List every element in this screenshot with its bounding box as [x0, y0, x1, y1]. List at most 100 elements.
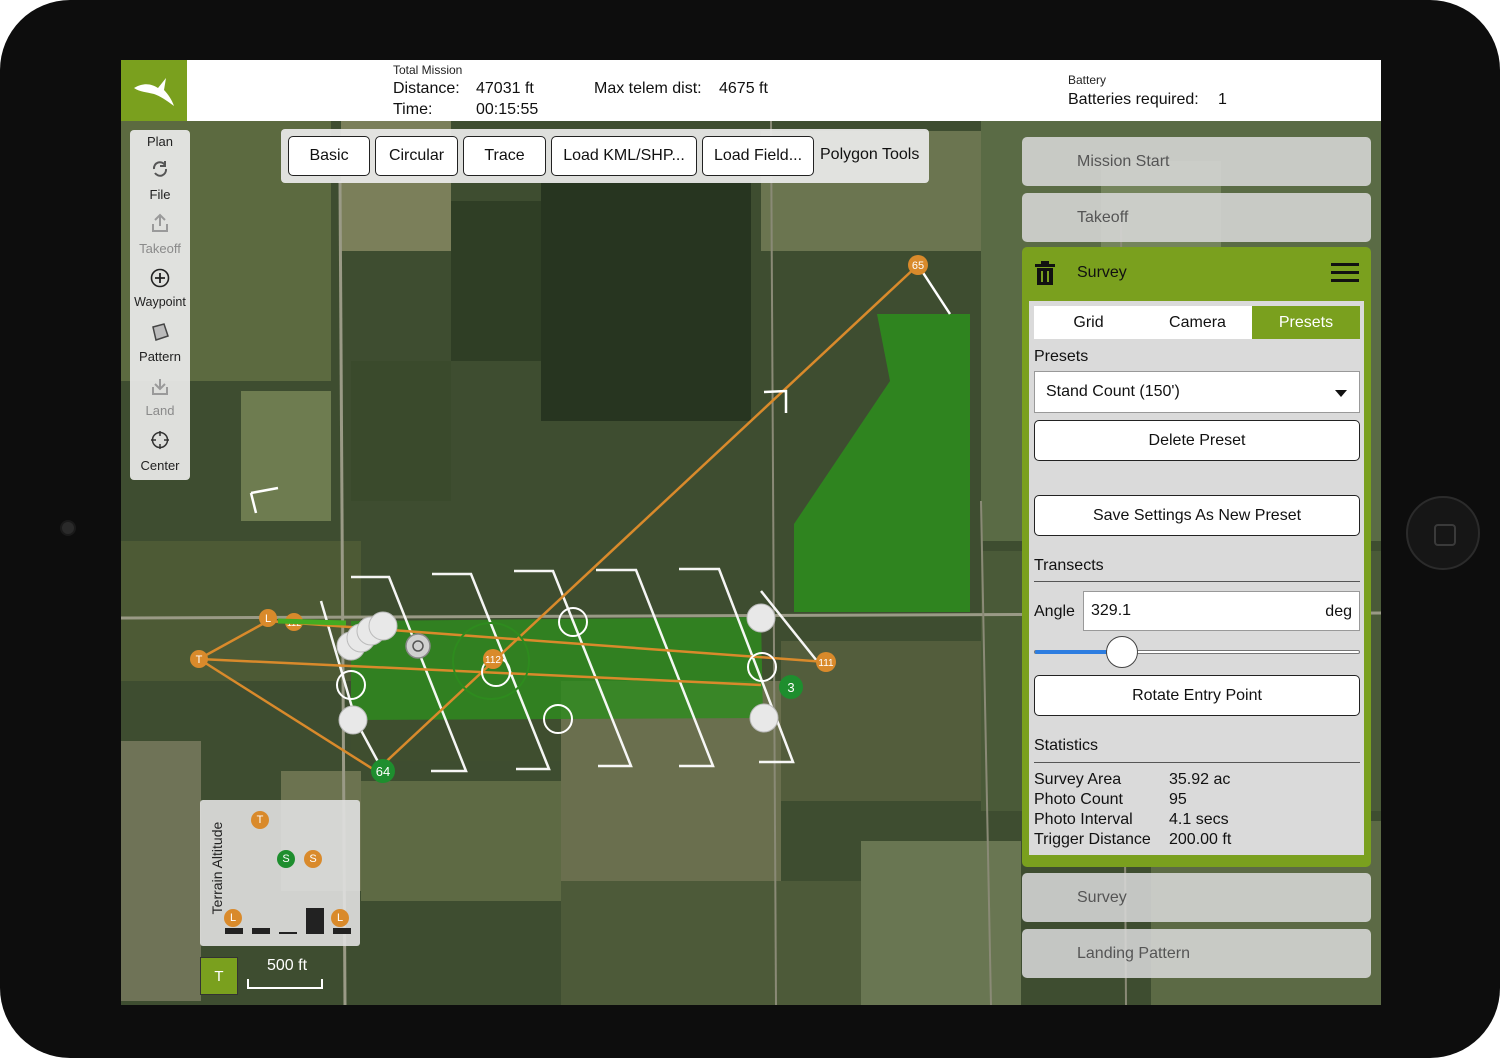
- terrain-land-marker: L: [224, 909, 242, 927]
- basic-button[interactable]: Basic: [288, 136, 370, 176]
- statistics-label: Statistics: [1034, 737, 1099, 754]
- divider: [1034, 762, 1360, 763]
- tablet-frame: 65 64 3 111 112 112 T L: [0, 0, 1500, 1058]
- terrain-toggle-button[interactable]: T: [200, 957, 238, 995]
- total-mission-label: Total Mission: [393, 63, 463, 77]
- pattern-button[interactable]: Pattern: [130, 349, 190, 364]
- tab-grid[interactable]: Grid: [1034, 306, 1143, 339]
- app-screen: 65 64 3 111 112 112 T L: [121, 60, 1381, 1005]
- angle-unit: deg: [1325, 603, 1352, 620]
- polygon-tools-label: Polygon Tools: [820, 146, 920, 163]
- angle-value: 329.1: [1091, 602, 1132, 619]
- stat-survey-area-label: Survey Area: [1034, 771, 1122, 788]
- stat-photo-interval-value: 4.1 secs: [1169, 811, 1229, 828]
- waypoint-3-marker[interactable]: 3: [787, 680, 794, 695]
- takeoff-item[interactable]: Takeoff: [1022, 193, 1371, 242]
- stat-photo-interval-label: Photo Interval: [1034, 811, 1133, 828]
- mission-status-bar: Total Mission Distance: 47031 ft Time: 0…: [121, 60, 1381, 121]
- land-button[interactable]: Land: [130, 403, 190, 418]
- app-logo[interactable]: [121, 60, 187, 121]
- waypoint-button[interactable]: Waypoint: [130, 295, 190, 309]
- stat-trigger-distance-value: 200.00 ft: [1169, 831, 1232, 848]
- terrain-takeoff-marker: T: [251, 811, 269, 829]
- terrain-altitude-widget: Terrain Altitude T S S L L: [200, 800, 360, 946]
- tab-presets[interactable]: Presets: [1252, 306, 1360, 339]
- map-scale: 500 ft: [245, 955, 325, 995]
- takeoff-icon: [152, 213, 168, 232]
- terrain-altitude-label: Terrain Altitude: [209, 821, 225, 915]
- terrain-bar: [252, 928, 270, 934]
- stat-photo-count-value: 95: [1169, 791, 1187, 808]
- angle-label: Angle: [1034, 603, 1075, 620]
- takeoff-marker[interactable]: T: [196, 654, 203, 666]
- takeoff-button[interactable]: Takeoff: [130, 241, 190, 256]
- battery-label: Battery: [1068, 73, 1107, 87]
- waypoint-64-marker[interactable]: 64: [376, 764, 390, 779]
- stat-survey-area-value: 35.92 ac: [1169, 771, 1231, 788]
- tab-camera[interactable]: Camera: [1143, 306, 1252, 339]
- trace-button[interactable]: Trace: [463, 136, 546, 176]
- scale-label: 500 ft: [267, 957, 308, 974]
- presets-label: Presets: [1034, 348, 1089, 365]
- survey-tabs: Grid Camera Presets: [1034, 306, 1360, 339]
- waypoint-112-marker[interactable]: 112: [485, 655, 501, 666]
- rotate-entry-button[interactable]: Rotate Entry Point: [1034, 675, 1360, 716]
- survey-editor: Survey Grid Camera Presets Presets Stand…: [1022, 247, 1371, 867]
- pattern-icon[interactable]: [150, 322, 170, 342]
- terrain-bar: [279, 932, 297, 934]
- file-button[interactable]: File: [130, 187, 190, 202]
- plus-circle-icon[interactable]: [150, 268, 170, 288]
- mission-start-item[interactable]: Mission Start: [1022, 137, 1371, 186]
- time-value: 00:15:55: [476, 101, 539, 118]
- terrain-land-marker: L: [331, 909, 349, 927]
- batteries-required-value: 1: [1218, 91, 1227, 108]
- circular-button[interactable]: Circular: [375, 136, 458, 176]
- load-kml-button[interactable]: Load KML/SHP...: [551, 136, 697, 176]
- land-marker[interactable]: L: [265, 613, 271, 625]
- angle-input[interactable]: 329.1 deg: [1083, 591, 1360, 631]
- trash-icon[interactable]: [1033, 260, 1057, 286]
- divider: [1034, 581, 1360, 582]
- hamburger-menu-icon[interactable]: [1331, 263, 1359, 283]
- load-field-button[interactable]: Load Field...: [702, 136, 814, 176]
- stat-trigger-distance-label: Trigger Distance: [1034, 831, 1151, 848]
- max-telem-value: 4675 ft: [719, 80, 768, 97]
- survey-collapsed-item[interactable]: Survey: [1022, 873, 1371, 922]
- crosshair-icon[interactable]: [150, 430, 170, 450]
- angle-slider-handle[interactable]: [1106, 636, 1139, 668]
- home-button[interactable]: [1406, 496, 1480, 570]
- polygon-tools-bar: Basic Circular Trace Load KML/SHP... Loa…: [281, 129, 929, 183]
- distance-label: Distance:: [393, 80, 460, 97]
- terrain-bar: [333, 928, 351, 934]
- transects-label: Transects: [1034, 557, 1104, 574]
- center-button[interactable]: Center: [130, 458, 190, 473]
- save-preset-button[interactable]: Save Settings As New Preset: [1034, 495, 1360, 536]
- chevron-down-icon: [1335, 390, 1347, 397]
- terrain-survey-end-marker: S: [304, 850, 322, 868]
- scale-bar: [247, 979, 323, 989]
- landing-pattern-item[interactable]: Landing Pattern: [1022, 929, 1371, 978]
- land-icon: [152, 379, 168, 395]
- terrain-survey-start-marker: S: [277, 850, 295, 868]
- plan-toolbar: Plan File Takeoff Waypoint Pattern Land …: [130, 130, 190, 480]
- delete-preset-button[interactable]: Delete Preset: [1034, 420, 1360, 461]
- bird-logo-icon: [134, 77, 174, 106]
- waypoint-65-marker[interactable]: 65: [912, 260, 924, 272]
- angle-slider[interactable]: [1034, 650, 1360, 654]
- batteries-required-label: Batteries required:: [1068, 91, 1199, 108]
- stat-photo-count-label: Photo Count: [1034, 791, 1123, 808]
- plan-label[interactable]: Plan: [130, 134, 190, 149]
- preset-dropdown[interactable]: Stand Count (150'): [1034, 371, 1360, 413]
- sync-icon[interactable]: [150, 159, 170, 179]
- preset-selected-value: Stand Count (150'): [1046, 383, 1180, 400]
- survey-body: Grid Camera Presets Presets Stand Count …: [1029, 301, 1364, 855]
- terrain-bar: [225, 928, 243, 934]
- distance-value: 47031 ft: [476, 80, 534, 97]
- time-label: Time:: [393, 101, 433, 118]
- waypoint-111-marker[interactable]: 111: [818, 658, 834, 669]
- survey-title: Survey: [1077, 264, 1127, 281]
- terrain-bar: [306, 908, 324, 934]
- max-telem-label: Max telem dist:: [594, 80, 702, 97]
- camera-icon: [60, 520, 76, 536]
- survey-header: Survey: [1022, 247, 1371, 299]
